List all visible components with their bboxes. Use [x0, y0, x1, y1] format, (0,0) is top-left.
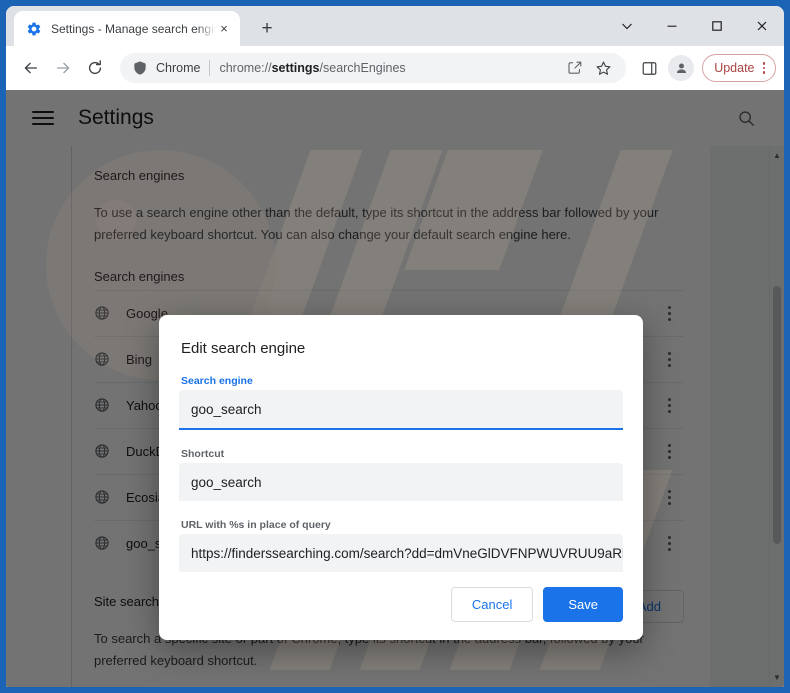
browser-window: Settings - Manage search engine × + Chro…: [0, 0, 790, 693]
omnibox-actions: [562, 55, 616, 81]
search-engine-input[interactable]: goo_search: [179, 390, 623, 428]
search-engine-field-group: Search engine goo_search: [179, 375, 623, 430]
update-button[interactable]: Update: [702, 54, 776, 82]
chrome-menu-icon[interactable]: [759, 62, 770, 74]
omnibox-divider: [209, 60, 211, 76]
chevron-down-icon[interactable]: [604, 9, 649, 43]
url-input[interactable]: https://finderssearching.com/search?dd=d…: [179, 534, 623, 572]
star-icon[interactable]: [590, 55, 616, 81]
settings-gear-icon: [26, 21, 42, 37]
settings-page: Settings Search engines To use a search …: [6, 90, 784, 687]
omnibox-url: chrome://settings/searchEngines: [219, 61, 562, 75]
omnibox-chrome-label: Chrome: [156, 61, 201, 75]
url-field-group: URL with %s in place of query https://fi…: [179, 519, 623, 572]
chrome-frame: Settings - Manage search engine × + Chro…: [6, 6, 784, 687]
edit-search-engine-dialog: Edit search engine Search engine goo_sea…: [159, 315, 643, 640]
close-window-icon[interactable]: [739, 9, 784, 43]
search-engine-focus-underline: [179, 428, 623, 430]
search-engine-label: Search engine: [181, 375, 253, 387]
tab-title: Settings - Manage search engine: [51, 21, 216, 36]
url-prefix: chrome://: [219, 61, 272, 75]
new-tab-button[interactable]: +: [254, 16, 280, 42]
url-label: URL with %s in place of query: [181, 519, 331, 531]
url-suffix: /searchEngines: [319, 61, 406, 75]
save-button[interactable]: Save: [543, 587, 623, 622]
browser-tab[interactable]: Settings - Manage search engine ×: [14, 11, 240, 46]
share-icon[interactable]: [562, 55, 588, 81]
forward-icon[interactable]: [48, 53, 78, 83]
tab-strip: Settings - Manage search engine × +: [6, 6, 784, 46]
side-panel-icon[interactable]: [634, 53, 664, 83]
cancel-button[interactable]: Cancel: [450, 587, 534, 622]
window-controls: [604, 6, 784, 46]
shortcut-label: Shortcut: [181, 448, 225, 460]
chrome-shield-icon: [132, 60, 148, 76]
avatar[interactable]: [668, 55, 695, 81]
url-bold: settings: [271, 61, 320, 75]
address-bar[interactable]: Chrome chrome://settings/searchEngines: [120, 53, 627, 83]
shortcut-input[interactable]: goo_search: [179, 463, 623, 501]
dialog-title: Edit search engine: [181, 340, 306, 357]
maximize-icon[interactable]: [694, 9, 739, 43]
back-icon[interactable]: [16, 53, 46, 83]
update-label: Update: [714, 61, 755, 75]
close-icon[interactable]: ×: [216, 21, 232, 37]
shortcut-field-group: Shortcut goo_search: [179, 448, 623, 501]
dialog-actions: Cancel Save: [450, 587, 623, 622]
browser-toolbar: Chrome chrome://settings/searchEngines U…: [6, 46, 784, 90]
minimize-icon[interactable]: [649, 9, 694, 43]
reload-icon[interactable]: [80, 53, 110, 83]
